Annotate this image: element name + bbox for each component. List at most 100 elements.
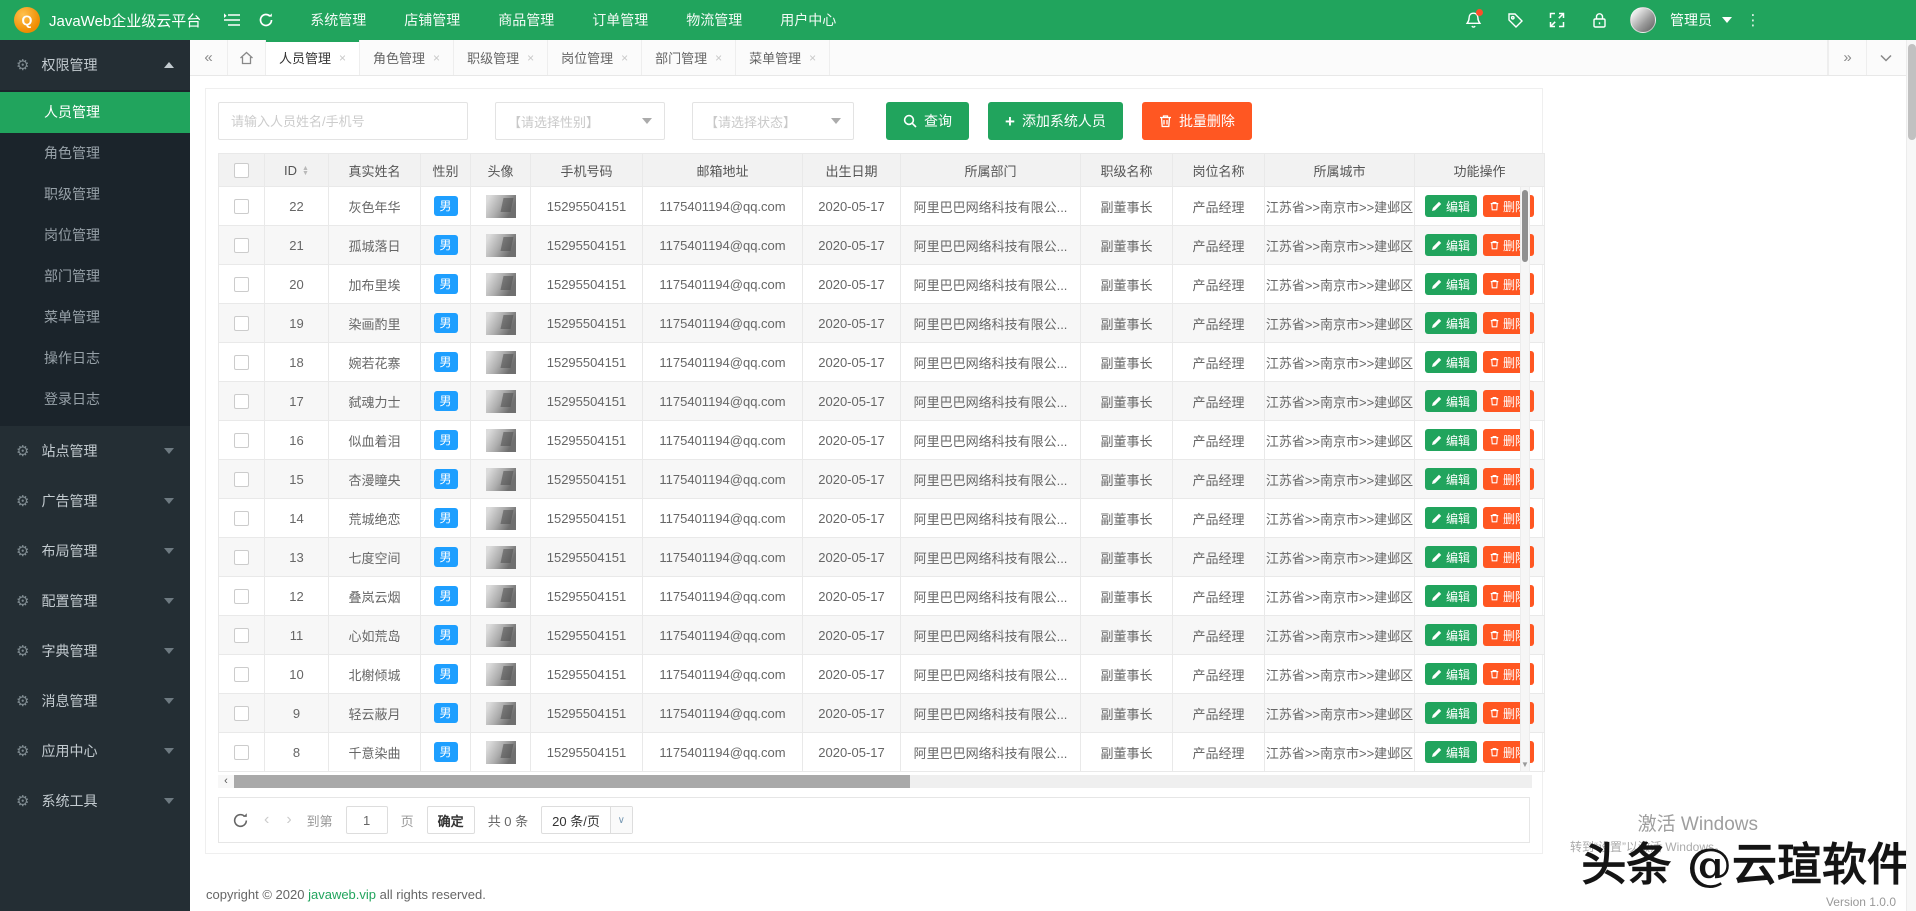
avatar-image[interactable] [485,545,516,569]
edit-button[interactable]: 编辑 [1424,507,1477,529]
row-checkbox[interactable] [234,588,249,604]
sidebar-group-permissions[interactable]: ⚙ 权限管理 [0,40,190,90]
sidebar-group[interactable]: ⚙ 应用中心 [0,726,190,776]
row-checkbox[interactable] [234,744,249,760]
edit-button[interactable]: 编辑 [1424,624,1477,646]
avatar-image[interactable] [485,701,516,725]
username-label[interactable]: 管理员 [1670,10,1712,30]
scrollbar-thumb[interactable] [1907,44,1916,140]
sidebar-group[interactable]: ⚙ 布局管理 [0,526,190,576]
tab[interactable]: 部门管理 × [642,40,737,75]
refresh-icon[interactable] [249,0,283,40]
avatar-image[interactable] [485,467,516,491]
avatar-image[interactable] [485,272,516,296]
edit-button[interactable]: 编辑 [1424,234,1477,256]
user-menu-caret-icon[interactable] [1722,17,1732,23]
avatar-image[interactable] [485,389,516,413]
edit-button[interactable]: 编辑 [1424,663,1477,685]
edit-button[interactable]: 编辑 [1424,390,1477,412]
top-menu-item[interactable]: 商品管理 [479,0,573,40]
sidebar-group[interactable]: ⚙ 系统工具 [0,776,190,826]
row-checkbox[interactable] [234,705,249,721]
edit-button[interactable]: 编辑 [1424,468,1477,490]
sidebar-item[interactable]: 菜单管理 [0,297,190,338]
keyword-search-input[interactable] [218,102,468,140]
top-menu-item[interactable]: 订单管理 [573,0,667,40]
tab[interactable]: 职级管理 × [454,40,549,75]
row-checkbox[interactable] [234,276,249,292]
tabs-collapse-left-icon[interactable]: « [190,40,228,75]
avatar-image[interactable] [485,506,516,530]
scrollbar-left-arrow-icon[interactable]: ‹ [218,775,234,788]
top-menu-item[interactable]: 物流管理 [667,0,761,40]
edit-button[interactable]: 编辑 [1424,351,1477,373]
scrollbar-thumb[interactable] [1522,190,1528,262]
javaweb-link[interactable]: javaweb.vip [308,887,376,902]
avatar-image[interactable] [485,350,516,374]
pagination-prev-icon[interactable]: ‹ [262,811,271,829]
tab-close-icon[interactable]: × [621,51,628,65]
pagination-next-icon[interactable]: › [284,811,293,829]
avatar-image[interactable] [485,662,516,686]
sidebar-item[interactable]: 操作日志 [0,338,190,379]
tab-close-icon[interactable]: × [527,51,534,65]
home-tab-icon[interactable] [228,40,266,75]
search-button[interactable]: 查询 [886,102,969,140]
table-horizontal-scrollbar[interactable]: ‹ [218,775,1532,788]
edit-button[interactable]: 编辑 [1424,741,1477,763]
sidebar-collapse-icon[interactable] [215,0,249,40]
edit-button[interactable]: 编辑 [1424,312,1477,334]
select-all-checkbox[interactable] [234,162,249,178]
lock-icon[interactable] [1582,0,1616,40]
tab[interactable]: 菜单管理 × [736,40,831,75]
edit-button[interactable]: 编辑 [1424,273,1477,295]
avatar-image[interactable] [485,311,516,335]
user-avatar[interactable] [1630,7,1656,33]
tab-close-icon[interactable]: × [715,51,722,65]
gender-select[interactable]: 【请选择性别】 [495,102,665,140]
sidebar-group[interactable]: ⚙ 消息管理 [0,676,190,726]
row-checkbox[interactable] [234,432,249,448]
page-vertical-scrollbar[interactable] [1906,40,1916,911]
avatar-image[interactable] [485,584,516,608]
avatar-image[interactable] [485,623,516,647]
row-checkbox[interactable] [234,198,249,214]
confirm-page-button[interactable]: 确定 [426,806,475,834]
table-vertical-scrollbar[interactable]: ▼ [1520,186,1530,772]
row-checkbox[interactable] [234,393,249,409]
column-id[interactable]: ID [284,163,297,178]
row-checkbox[interactable] [234,666,249,682]
more-menu-icon[interactable]: ⋮ [1740,0,1766,40]
tab-close-icon[interactable]: × [809,51,816,65]
sidebar-group[interactable]: ⚙ 站点管理 [0,426,190,476]
avatar-image[interactable] [485,194,516,218]
notifications-bell-icon[interactable] [1456,0,1490,40]
batch-delete-button[interactable]: 批量删除 [1141,102,1252,140]
sidebar-group[interactable]: ⚙ 配置管理 [0,576,190,626]
sidebar-item[interactable]: 角色管理 [0,133,190,174]
add-person-button[interactable]: + 添加系统人员 [988,102,1123,140]
avatar-image[interactable] [485,233,516,257]
top-menu-item[interactable]: 店铺管理 [385,0,479,40]
avatar-image[interactable] [485,740,516,764]
tabs-scroll-right-icon[interactable]: » [1828,40,1866,75]
pagination-refresh-icon[interactable] [232,812,249,829]
tab[interactable]: 岗位管理 × [548,40,643,75]
page-size-select[interactable]: 20 条/页 ∨ [541,806,633,834]
edit-button[interactable]: 编辑 [1424,546,1477,568]
row-checkbox[interactable] [234,471,249,487]
sidebar-group[interactable]: ⚙ 字典管理 [0,626,190,676]
edit-button[interactable]: 编辑 [1424,585,1477,607]
avatar-image[interactable] [485,428,516,452]
edit-button[interactable]: 编辑 [1424,429,1477,451]
sidebar-item[interactable]: 人员管理 [0,92,190,133]
row-checkbox[interactable] [234,549,249,565]
tabs-dropdown-icon[interactable] [1866,40,1904,75]
page-number-input[interactable] [345,806,388,834]
row-checkbox[interactable] [234,237,249,253]
row-checkbox[interactable] [234,315,249,331]
row-checkbox[interactable] [234,354,249,370]
scrollbar-thumb[interactable] [234,775,910,788]
tab-close-icon[interactable]: × [433,51,440,65]
sort-icon[interactable]: ▲ ▼ [302,165,309,177]
